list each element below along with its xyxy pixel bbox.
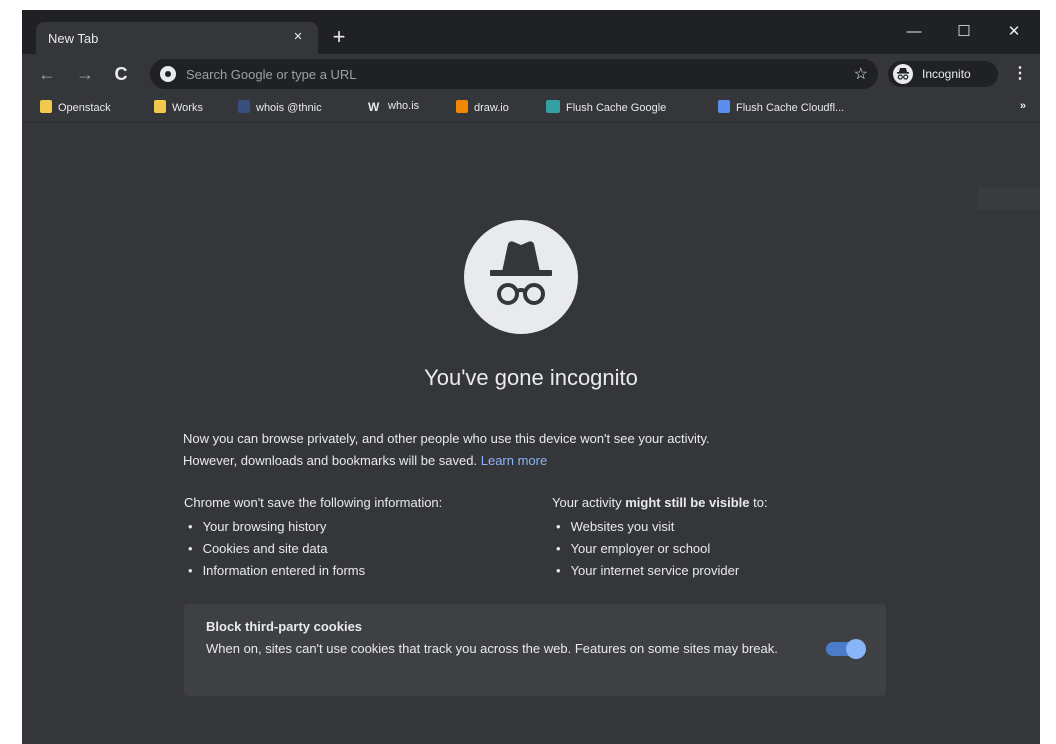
page-title: You've gone incognito xyxy=(424,365,638,390)
still-visible-list: Websites you visit Your employer or scho… xyxy=(552,516,768,582)
bookmark-star-icon[interactable]: ☆ xyxy=(854,64,868,84)
bookmark-works[interactable]: Works xyxy=(154,100,203,116)
folder-icon xyxy=(40,100,52,113)
w-icon: W xyxy=(368,100,380,114)
bookmark-label: who.is xyxy=(388,100,420,112)
incognito-icon xyxy=(893,64,913,84)
learn-more-link[interactable]: Learn more xyxy=(481,453,547,468)
folder-icon xyxy=(154,100,166,113)
google-icon xyxy=(160,66,176,82)
cookie-controls-card: Block third-party cookies When on, sites… xyxy=(184,604,886,696)
incognito-avatar-icon xyxy=(464,220,578,334)
new-tab-button[interactable]: + xyxy=(326,25,352,51)
not-saved-title: Chrome won't save the following informat… xyxy=(184,495,443,510)
bookmark-label: Works xyxy=(172,102,203,114)
bookmark-flush-cache-google[interactable]: Flush Cache Google xyxy=(546,100,666,116)
drawio-icon xyxy=(456,100,468,113)
side-panel-tab xyxy=(978,188,1040,210)
title-bold-part: might still be visible xyxy=(625,495,750,510)
title-part: to: xyxy=(749,495,768,510)
toolbar: ← → C Search Google or type a URL ☆ Inco… xyxy=(22,54,1040,94)
menu-icon[interactable]: ⋮ xyxy=(1012,63,1028,83)
omnibox[interactable]: Search Google or type a URL ☆ xyxy=(150,59,878,89)
block-cookies-toggle[interactable] xyxy=(826,639,866,659)
bookmark-drawio[interactable]: draw.io xyxy=(456,100,509,116)
not-saved-list: Your browsing history Cookies and site d… xyxy=(184,516,442,582)
bookmark-label: Openstack xyxy=(58,102,111,114)
intro-line-2-text: However, downloads and bookmarks will be… xyxy=(183,453,478,468)
dns-icon xyxy=(546,100,560,113)
list-item: Information entered in forms xyxy=(184,560,442,582)
toggle-knob[interactable] xyxy=(846,639,866,659)
minimize-button[interactable]: — xyxy=(894,18,934,46)
list-item: Your browsing history xyxy=(184,516,442,538)
intro-line-1: Now you can browse privately, and other … xyxy=(183,431,710,446)
back-arrow-icon[interactable]: ← xyxy=(36,63,58,85)
bookmark-label: draw.io xyxy=(474,102,509,114)
bookmarks-overflow-icon[interactable]: » xyxy=(1020,100,1026,112)
reload-icon[interactable]: C xyxy=(110,63,132,85)
bookmark-label: Flush Cache Cloudfl... xyxy=(736,102,845,114)
forward-arrow-icon[interactable]: → xyxy=(74,63,96,85)
list-item: Your employer or school xyxy=(552,538,768,560)
title-part: Your activity xyxy=(552,495,626,510)
bookmark-label: Flush Cache Google xyxy=(566,102,667,114)
bookmark-label: whois @thnic xyxy=(256,102,322,114)
profile-label: Incognito xyxy=(922,67,971,81)
omnibox-placeholder[interactable]: Search Google or type a URL xyxy=(186,67,357,82)
not-saved-column: Chrome won't save the following informat… xyxy=(184,495,442,582)
incognito-page: You've gone incognito Now you can browse… xyxy=(22,123,1040,744)
bookmark-openstack[interactable]: Openstack xyxy=(40,100,111,116)
maximize-button[interactable]: ☐ xyxy=(944,18,984,46)
list-item: Your internet service provider xyxy=(552,560,768,582)
intro-line-2: However, downloads and bookmarks will be… xyxy=(183,450,883,472)
list-item: Websites you visit xyxy=(552,516,768,538)
bookmark-whois-thnic[interactable]: whois @thnic xyxy=(238,100,322,116)
tab-strip: New Tab × + — ☐ ✕ xyxy=(22,16,1040,54)
tab-new-tab[interactable]: New Tab × xyxy=(36,22,318,54)
still-visible-column: Your activity might still be visible to:… xyxy=(552,495,768,582)
still-visible-title: Your activity might still be visible to: xyxy=(552,495,768,510)
incognito-profile-button[interactable]: Incognito xyxy=(888,61,998,87)
bookmark-who-is[interactable]: Wwho.is xyxy=(368,100,419,116)
tab-close-icon[interactable]: × xyxy=(288,27,308,47)
close-window-button[interactable]: ✕ xyxy=(994,18,1034,46)
browser-window: New Tab × + — ☐ ✕ ← → C Search Google or… xyxy=(22,10,1040,744)
tab-title: New Tab xyxy=(48,31,99,46)
list-item: Cookies and site data xyxy=(184,538,442,560)
cookie-card-description: When on, sites can't use cookies that tr… xyxy=(206,641,778,656)
bookmark-flush-cache-cloudflare[interactable]: Flush Cache Cloudfl... xyxy=(718,100,844,116)
th-icon xyxy=(238,100,250,113)
bookmarks-bar: Openstack Works whois @thnic Wwho.is dra… xyxy=(22,94,1040,123)
intro-paragraph: Now you can browse privately, and other … xyxy=(183,428,883,472)
cloudflare-icon xyxy=(718,100,730,113)
cookie-card-title: Block third-party cookies xyxy=(206,619,363,634)
